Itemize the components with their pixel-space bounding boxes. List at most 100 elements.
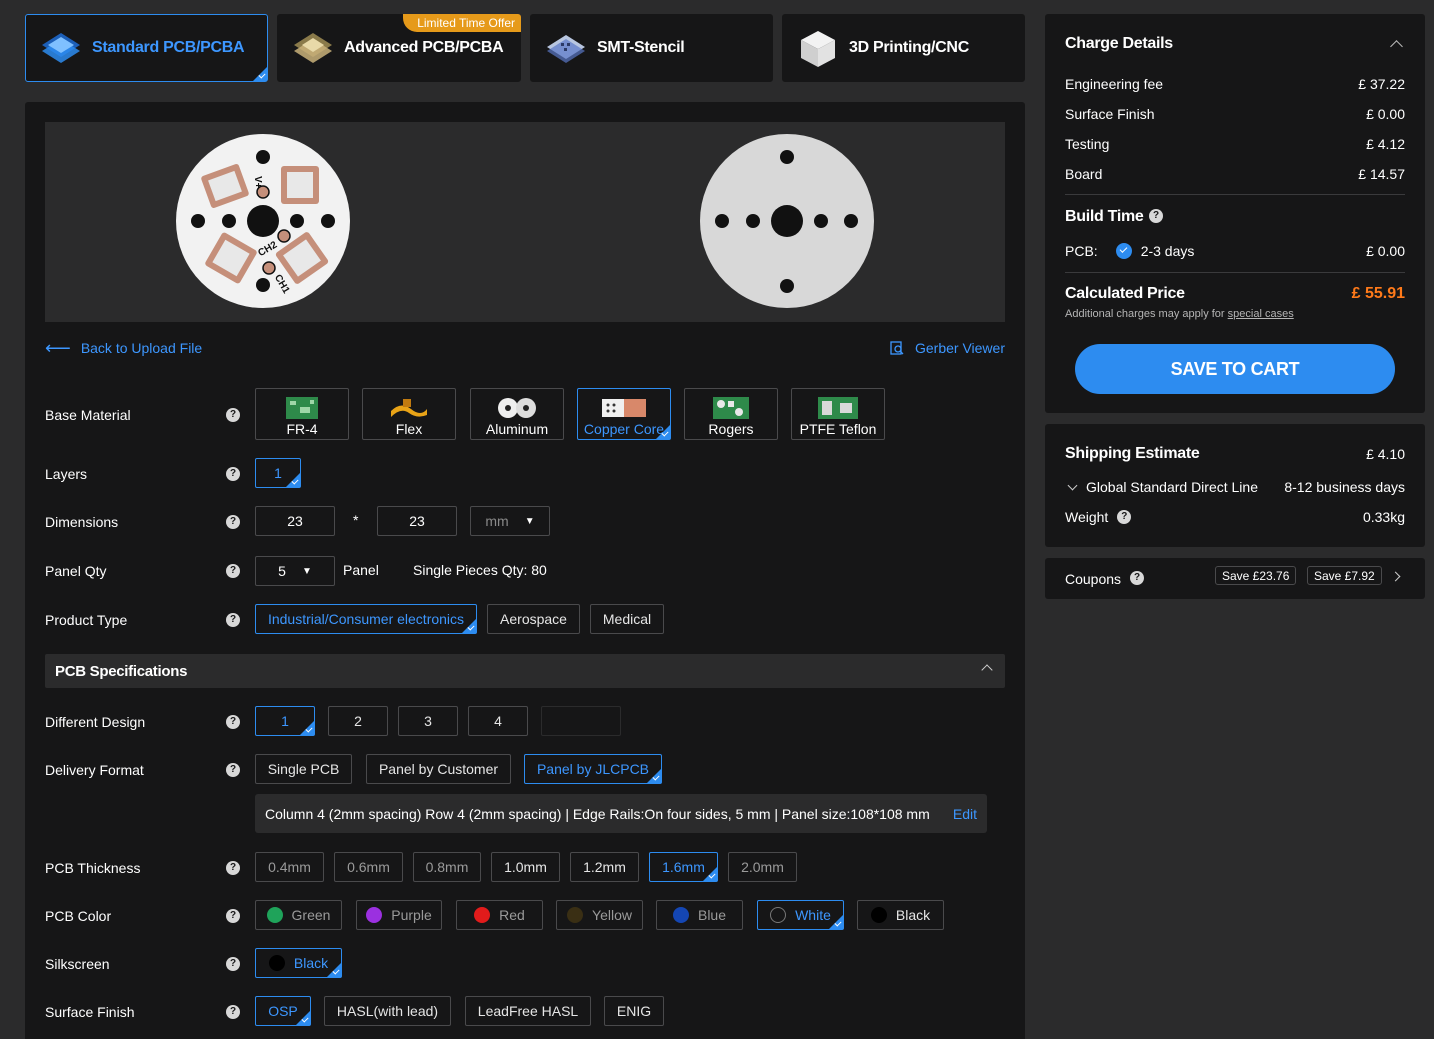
- material-copper-core[interactable]: Copper Core: [577, 388, 671, 440]
- chevron-right-icon[interactable]: [1390, 571, 1401, 582]
- help-icon[interactable]: ?: [226, 515, 240, 529]
- thickness-1-0mm[interactable]: 1.0mm: [491, 852, 560, 882]
- delivery-panel-by-customer[interactable]: Panel by Customer: [366, 754, 511, 784]
- height-input[interactable]: 23: [377, 506, 457, 536]
- back-to-upload-link[interactable]: ⟵ Back to Upload File: [45, 339, 202, 357]
- thickness-1-6mm[interactable]: 1.6mm: [649, 852, 718, 882]
- help-icon[interactable]: ?: [226, 613, 240, 627]
- help-icon[interactable]: ?: [226, 715, 240, 729]
- purple-swatch-icon: [366, 907, 383, 923]
- selected-check-icon: [300, 721, 314, 735]
- color-black[interactable]: Black: [857, 900, 944, 930]
- product-type-aerospace[interactable]: Aerospace: [487, 604, 580, 634]
- white-swatch-icon: [770, 907, 787, 923]
- help-icon[interactable]: ?: [226, 861, 240, 875]
- material-fr4[interactable]: FR-4: [255, 388, 349, 440]
- chevron-up-icon[interactable]: [1390, 40, 1403, 53]
- delivery-panel-by-jlcpcb[interactable]: Panel by JLCPCB: [524, 754, 662, 784]
- dimensions-label: Dimensions: [45, 514, 119, 530]
- tab-standard-pcb[interactable]: Standard PCB/PCBA: [25, 14, 268, 82]
- special-cases-link[interactable]: special cases: [1228, 308, 1294, 320]
- color-yellow[interactable]: Yellow: [556, 900, 643, 930]
- color-white[interactable]: White: [757, 900, 844, 930]
- tab-smt-stencil[interactable]: SMT-Stencil: [530, 14, 773, 82]
- 3d-cube-icon: [801, 31, 835, 67]
- copper-core-board-icon: [602, 399, 646, 417]
- pcb-specifications-header[interactable]: PCB Specifications: [45, 654, 1005, 688]
- thickness-0-8mm[interactable]: 0.8mm: [413, 852, 481, 882]
- product-type-medical[interactable]: Medical: [590, 604, 664, 634]
- caret-down-icon: ▼: [301, 565, 312, 577]
- yellow-swatch-icon: [567, 907, 584, 923]
- material-rogers[interactable]: Rogers: [684, 388, 778, 440]
- silkscreen-black[interactable]: Black: [255, 948, 342, 978]
- help-icon[interactable]: ?: [226, 763, 240, 777]
- panel-suffix: Panel: [343, 562, 379, 578]
- selected-check-icon: [462, 619, 476, 633]
- color-green[interactable]: Green: [255, 900, 342, 930]
- tab-label: Advanced PCB/PCBA: [344, 39, 504, 56]
- design-option-1[interactable]: 1: [255, 706, 315, 736]
- gerber-viewer-icon: [890, 341, 904, 355]
- color-red[interactable]: Red: [456, 900, 543, 930]
- finish-hasl-lead[interactable]: HASL(with lead): [324, 996, 451, 1026]
- coupons-card[interactable]: Coupons ? Save £23.76 Save £7.92: [1045, 558, 1425, 599]
- selected-check-icon: [703, 867, 717, 881]
- color-purple[interactable]: Purple: [356, 900, 442, 930]
- layers-option-1[interactable]: 1: [255, 458, 301, 488]
- help-icon[interactable]: ?: [226, 909, 240, 923]
- weight-row: Weight ? 0.33kg: [1065, 509, 1405, 525]
- chevron-down-icon: [1067, 480, 1078, 490]
- shipping-method-row[interactable]: Global Standard Direct Line 8-12 busines…: [1065, 479, 1405, 495]
- material-ptfe-teflon[interactable]: PTFE Teflon: [791, 388, 885, 440]
- design-option-2[interactable]: 2: [328, 706, 388, 736]
- design-option-3[interactable]: 3: [398, 706, 458, 736]
- width-input[interactable]: 23: [255, 506, 335, 536]
- design-option-4[interactable]: 4: [468, 706, 528, 736]
- finish-osp[interactable]: OSP: [255, 996, 311, 1026]
- selected-check-icon: [647, 769, 661, 783]
- delivery-format-label: Delivery Format: [45, 762, 144, 778]
- material-flex[interactable]: Flex: [362, 388, 456, 440]
- finish-leadfree-hasl[interactable]: LeadFree HASL: [465, 996, 591, 1026]
- fee-row-engineering: Engineering fee £ 37.22: [1065, 76, 1405, 92]
- help-icon[interactable]: ?: [226, 957, 240, 971]
- tab-3d-printing[interactable]: 3D Printing/CNC: [782, 14, 1025, 82]
- material-aluminum[interactable]: Aluminum: [470, 388, 564, 440]
- tab-label: SMT-Stencil: [597, 39, 685, 56]
- coupon-chip[interactable]: Save £7.92: [1307, 566, 1382, 585]
- product-type-industrial[interactable]: Industrial/Consumer electronics: [255, 604, 477, 634]
- help-icon[interactable]: ?: [226, 564, 240, 578]
- fee-row-testing: Testing £ 4.12: [1065, 136, 1405, 152]
- unit-select[interactable]: mm ▼: [470, 506, 550, 536]
- build-time-pcb-row[interactable]: PCB: 2-3 days £ 0.00: [1065, 243, 1405, 259]
- pcb-config-panel: V+ CH2 CH1 ⟵ Back to Upload File Gerber …: [25, 102, 1025, 1039]
- selected-check-icon: [296, 1011, 310, 1025]
- red-swatch-icon: [474, 907, 491, 923]
- design-custom-input[interactable]: [541, 706, 621, 736]
- tab-advanced-pcb[interactable]: Advanced PCB/PCBA Limited Time Offer: [277, 14, 521, 82]
- help-icon[interactable]: ?: [1149, 209, 1163, 223]
- thickness-0-6mm[interactable]: 0.6mm: [334, 852, 403, 882]
- thickness-2-0mm[interactable]: 2.0mm: [728, 852, 797, 882]
- help-icon[interactable]: ?: [1130, 571, 1144, 585]
- panel-edit-link[interactable]: Edit: [953, 806, 977, 822]
- gerber-viewer-link[interactable]: Gerber Viewer: [889, 340, 1005, 356]
- panel-qty-select[interactable]: 5 ▼: [255, 556, 335, 586]
- coupon-chip[interactable]: Save £23.76: [1215, 566, 1297, 585]
- color-blue[interactable]: Blue: [656, 900, 743, 930]
- help-icon[interactable]: ?: [226, 1005, 240, 1019]
- thickness-1-2mm[interactable]: 1.2mm: [570, 852, 639, 882]
- selected-check-icon: [327, 963, 341, 977]
- save-to-cart-button[interactable]: SAVE TO CART: [1075, 344, 1395, 394]
- black-swatch-icon: [268, 955, 285, 971]
- help-icon[interactable]: ?: [226, 408, 240, 422]
- selected-check-icon: [286, 473, 300, 487]
- help-icon[interactable]: ?: [1117, 510, 1132, 524]
- help-icon[interactable]: ?: [226, 467, 240, 481]
- finish-enig[interactable]: ENIG: [604, 996, 664, 1026]
- thickness-0-4mm[interactable]: 0.4mm: [255, 852, 324, 882]
- panel-qty-label: Panel Qty: [45, 563, 107, 579]
- delivery-single-pcb[interactable]: Single PCB: [255, 754, 352, 784]
- radio-checked-icon[interactable]: [1115, 243, 1132, 259]
